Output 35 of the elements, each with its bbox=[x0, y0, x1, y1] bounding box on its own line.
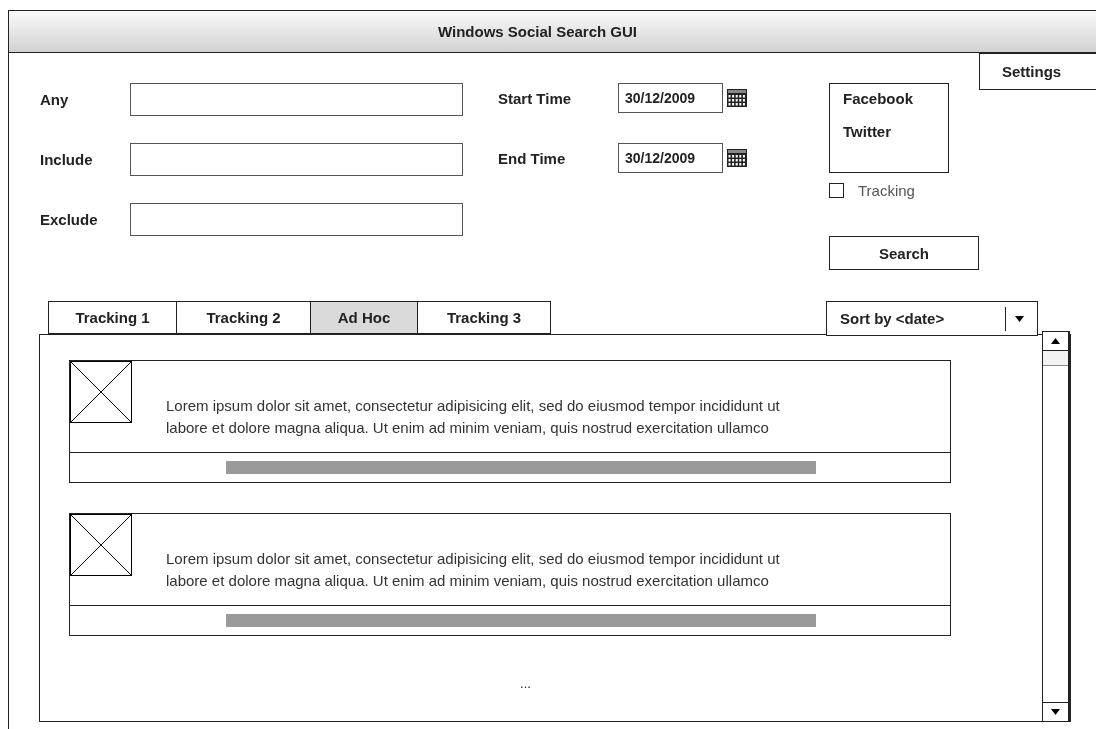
settings-button[interactable]: Settings bbox=[979, 53, 1096, 90]
calendar-icon[interactable] bbox=[727, 89, 747, 107]
list-item[interactable]: Twitter bbox=[843, 123, 948, 140]
checkbox[interactable] bbox=[829, 183, 844, 198]
post-text: Lorem ipsum dolor sit amet, consectetur adipisicing elit, sed do eiusmod tempor incididunt ut labore et dolore magna aliqua. Ut enim ad minim veniam, quis nostrud exercitation ullamco bbox=[166, 549, 780, 591]
post-text: Lorem ipsum dolor sit amet, consectetur adipisicing elit, sed do eiusmod tempor incididunt ut labore et dolore magna aliqua. Ut enim ad minim veniam, quis nostrud exercitation ullamco bbox=[166, 396, 780, 438]
image-placeholder-icon bbox=[70, 361, 132, 423]
source-list[interactable]: Facebook Twitter bbox=[829, 83, 949, 173]
down-arrow-icon[interactable] bbox=[1051, 709, 1060, 715]
caret-icon bbox=[1015, 315, 1024, 322]
list-item[interactable]: Facebook bbox=[843, 90, 948, 107]
scrollbar[interactable] bbox=[1042, 331, 1070, 721]
field-label: End Time bbox=[498, 149, 567, 167]
tab[interactable]: Ad Hoc bbox=[311, 301, 418, 334]
text-field[interactable] bbox=[130, 203, 463, 236]
tab[interactable]: Tracking 3 bbox=[418, 301, 551, 334]
field-label: Exclude bbox=[40, 211, 99, 228]
tab[interactable]: Tracking 1 bbox=[48, 301, 177, 334]
checkbox-label: Tracking bbox=[858, 182, 915, 199]
field-label: Any bbox=[40, 91, 70, 108]
more-indicator: ... bbox=[520, 676, 531, 691]
date-field[interactable]: 30/12/2009 bbox=[618, 83, 723, 113]
search-button[interactable]: Search bbox=[829, 236, 979, 270]
field-label: Include bbox=[40, 151, 94, 168]
field-label: Start Time bbox=[498, 89, 573, 107]
calendar-icon[interactable] bbox=[727, 149, 747, 167]
date-field[interactable]: 30/12/2009 bbox=[618, 143, 723, 173]
scroll-thumb[interactable] bbox=[1043, 351, 1068, 366]
tab[interactable]: Tracking 2 bbox=[177, 301, 311, 334]
up-arrow-icon[interactable] bbox=[1051, 338, 1060, 344]
text-field[interactable] bbox=[130, 143, 463, 176]
window-title: Windows Social Search GUI bbox=[437, 23, 638, 40]
image-placeholder-icon bbox=[70, 514, 132, 576]
text-field[interactable] bbox=[130, 83, 463, 116]
sort-dropdown[interactable]: Sort by <date> bbox=[826, 301, 1038, 336]
